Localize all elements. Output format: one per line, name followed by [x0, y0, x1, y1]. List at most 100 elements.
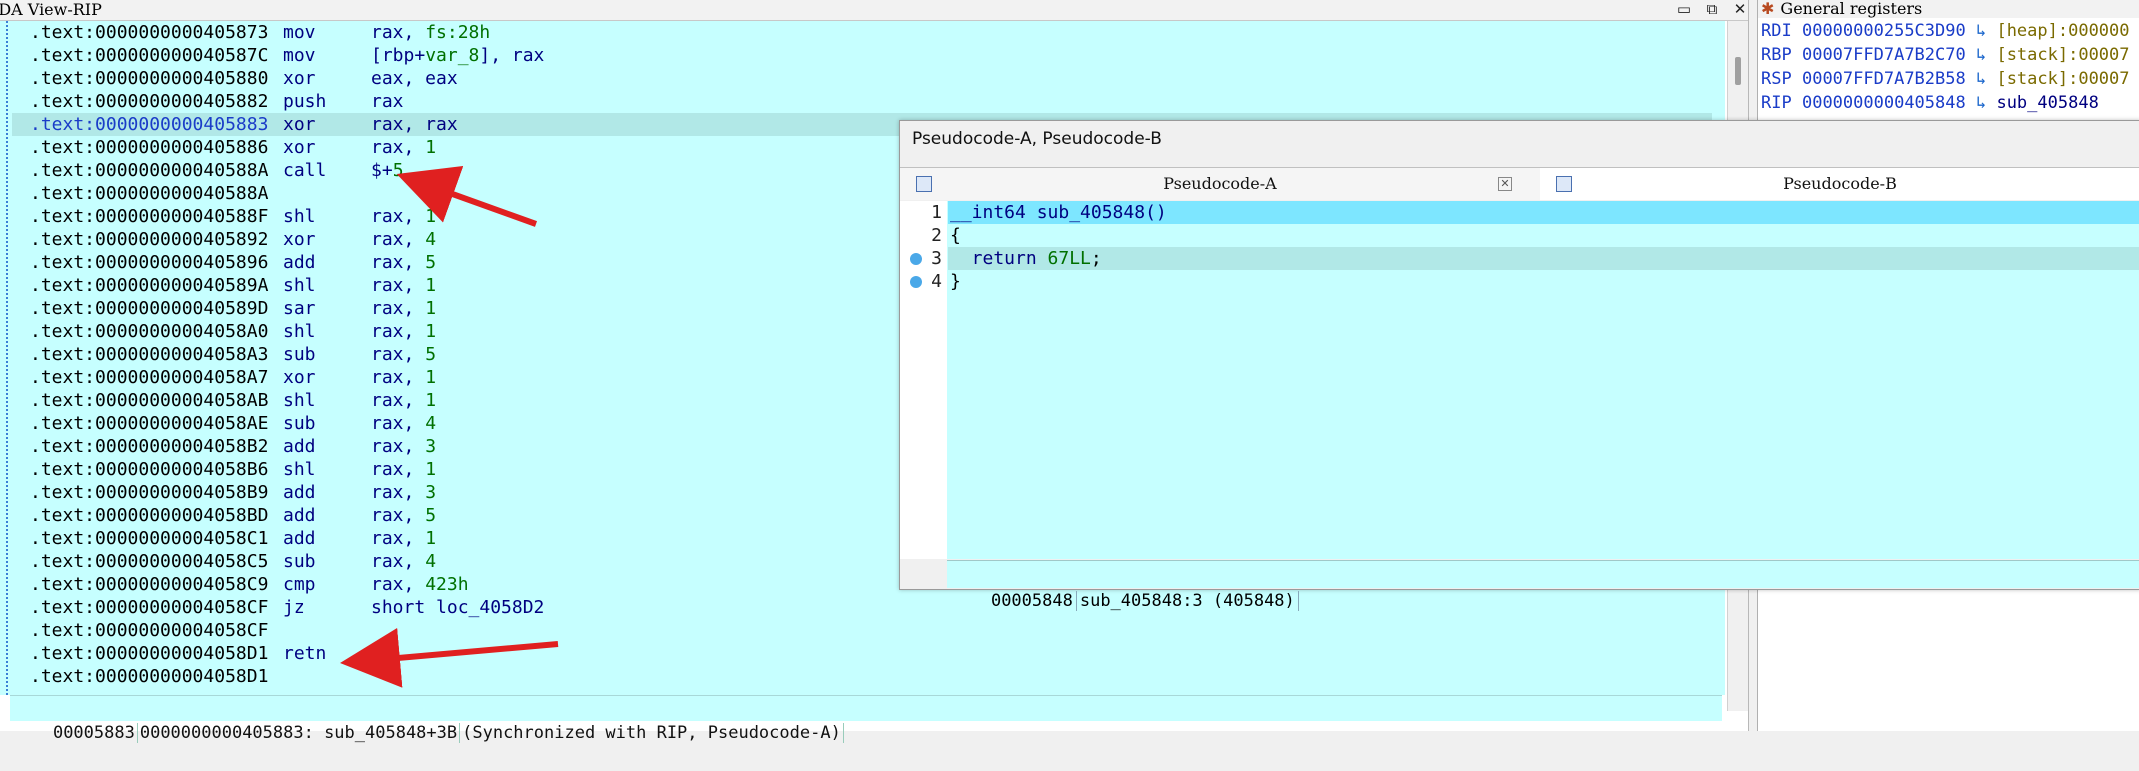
- pseudocode-tabs: Pseudocode-A ✕ Pseudocode-B: [900, 167, 2139, 200]
- jump-arrow-icon[interactable]: ↳: [1966, 69, 1997, 89]
- disasm-mnemonic: add: [283, 528, 316, 549]
- code-token: {: [950, 225, 961, 246]
- disasm-mnemonic: sub: [283, 551, 316, 572]
- disasm-operand: 1: [425, 298, 437, 319]
- disasm-line[interactable]: .text:0000000000405882 push rax: [12, 90, 1712, 113]
- disasm-operand: rax,: [371, 413, 426, 434]
- pseudocode-line[interactable]: 3 return 67LL;: [900, 247, 2139, 270]
- register-name: RBP: [1761, 45, 1792, 65]
- disasm-operand: fs:28h: [425, 22, 491, 43]
- disasm-operand: rax,: [371, 252, 426, 273]
- close-tab-icon[interactable]: ✕: [1498, 177, 1512, 191]
- register-name: RIP: [1761, 93, 1792, 113]
- minimize-icon[interactable]: ▭: [1672, 0, 1696, 18]
- close-icon[interactable]: ✕: [1728, 0, 1752, 18]
- registers-title: General registers: [1780, 0, 1923, 18]
- line-number: 3: [931, 248, 942, 269]
- tab-pseudocode-b-label: Pseudocode-B: [1783, 174, 1897, 193]
- register-name: RSP: [1761, 69, 1792, 89]
- disasm-mnemonic: sar: [283, 298, 316, 319]
- disasm-line[interactable]: .text:0000000000405873 mov rax, fs:28h: [12, 21, 1712, 44]
- disasm-address: .text:00000000004058B9: [30, 482, 269, 503]
- status-location: 0000000000405883: sub_405848+3B: [137, 723, 461, 743]
- register-row[interactable]: RIP 0000000000405848 ↳ sub_405848: [1761, 92, 2099, 115]
- disasm-line[interactable]: .text:00000000004058CF: [12, 619, 1712, 642]
- disasm-line[interactable]: .text:000000000040587C mov [rbp+var_8], ra…: [12, 44, 1712, 67]
- disasm-mnemonic: mov: [283, 22, 316, 43]
- disasm-operand: 5: [392, 160, 404, 181]
- disasm-address: .text:0000000000405880: [30, 68, 269, 89]
- pseudocode-window-title: Pseudocode-A, Pseudocode-B: [912, 129, 1162, 149]
- disasm-operand: rax,: [371, 390, 426, 411]
- pseudocode-line[interactable]: 1 __int64 sub_405848(): [900, 201, 2139, 224]
- disasm-line[interactable]: .text:00000000004058CF jz short loc_4058D2: [12, 596, 1712, 619]
- disasm-address: .text:00000000004058AB: [30, 390, 269, 411]
- disasm-address: .text:00000000004058BD: [30, 505, 269, 526]
- disasm-operand: rax,: [371, 22, 426, 43]
- jump-arrow-icon[interactable]: ↳: [1966, 45, 1997, 65]
- disasm-mnemonic: sub: [283, 344, 316, 365]
- register-row[interactable]: RBP 00007FFD7A7B2C70 ↳ [stack]:00007: [1761, 44, 2130, 67]
- disasm-address: .text:00000000004058C1: [30, 528, 269, 549]
- disasm-operand: 1: [425, 528, 437, 549]
- jump-arrow-icon[interactable]: ↳: [1966, 93, 1997, 113]
- disasm-operand: 4: [425, 551, 437, 572]
- register-row[interactable]: RDI 00000000255C3D90 ↳ [heap]:000000: [1761, 20, 2130, 43]
- disasm-mnemonic: cmp: [283, 574, 316, 595]
- code-token: return: [950, 248, 1048, 269]
- disasm-mnemonic: xor: [283, 137, 316, 158]
- disasm-address: .text:00000000004058A0: [30, 321, 269, 342]
- disasm-operand: 1: [425, 275, 437, 296]
- disasm-mnemonic: shl: [283, 206, 316, 227]
- jump-arrow-icon[interactable]: ↳: [1966, 21, 1997, 41]
- pseudocode-window[interactable]: Pseudocode-A, Pseudocode-B Pseudocode-A …: [899, 120, 2139, 611]
- disasm-operand: rax,: [371, 528, 426, 549]
- disasm-operand: 5: [425, 252, 437, 273]
- disasm-operand: rax,: [371, 321, 426, 342]
- disasm-mnemonic: xor: [283, 114, 316, 135]
- disasm-operand: rax,: [371, 436, 426, 457]
- disasm-operand: rax, rax: [371, 114, 458, 135]
- disasm-mnemonic: add: [283, 252, 316, 273]
- disasm-address: .text:0000000000405882: [30, 91, 269, 112]
- disasm-mnemonic: shl: [283, 275, 316, 296]
- disasm-line[interactable]: .text:00000000004058D1 retn: [12, 642, 1712, 665]
- pseudocode-status-offset: 00005848: [987, 591, 1077, 611]
- pseudocode-line[interactable]: 2{: [900, 224, 2139, 247]
- disasm-mnemonic: shl: [283, 390, 316, 411]
- disasm-mnemonic: retn: [283, 643, 327, 664]
- disasm-mnemonic: add: [283, 505, 316, 526]
- disasm-address: .text:000000000040588A: [30, 160, 269, 181]
- register-value: 00007FFD7A7B2B58: [1801, 69, 1966, 89]
- tab-pseudocode-a[interactable]: Pseudocode-A ✕: [900, 168, 1541, 200]
- line-number: 4: [931, 271, 942, 292]
- disasm-address: .text:000000000040587C: [30, 45, 269, 66]
- disasm-operand: rax,: [371, 137, 426, 158]
- disasm-operand: rax,: [371, 206, 426, 227]
- disasm-address: .text:00000000004058D1: [30, 643, 269, 664]
- disasm-operand: 4: [425, 229, 437, 250]
- tab-pseudocode-a-label: Pseudocode-A: [1163, 174, 1277, 193]
- disasm-line[interactable]: .text:00000000004058D1: [12, 665, 1712, 688]
- scrollbar-thumb[interactable]: [1735, 57, 1741, 85]
- status-offset: 00005883: [50, 723, 138, 743]
- pseudocode-line[interactable]: 4}: [900, 270, 2139, 293]
- disasm-operand: rax,: [371, 298, 426, 319]
- disasm-mnemonic: shl: [283, 321, 316, 342]
- disasm-operand: 1: [425, 321, 437, 342]
- line-number: 1: [914, 201, 942, 224]
- disasm-operand: ], rax: [479, 45, 545, 66]
- register-row[interactable]: RSP 00007FFD7A7B2B58 ↳ [stack]:00007: [1761, 68, 2130, 91]
- register-value: 00007FFD7A7B2C70: [1801, 45, 1966, 65]
- register-name: RDI: [1761, 21, 1792, 41]
- disasm-address: .text:00000000004058C5: [30, 551, 269, 572]
- tab-pseudocode-b[interactable]: Pseudocode-B: [1540, 168, 2139, 200]
- status-sync: (Synchronized with RIP, Pseudocode-A): [460, 723, 844, 743]
- pseudocode-editor[interactable]: 1 __int64 sub_405848() 2{3 return 67LL; 4}: [900, 201, 2139, 559]
- restore-icon[interactable]: ⧉: [1700, 0, 1724, 18]
- disasm-mnemonic: add: [283, 482, 316, 503]
- disasm-operand: rax,: [371, 551, 426, 572]
- disasm-address: .text:000000000040589A: [30, 275, 269, 296]
- disasm-line[interactable]: .text:0000000000405880 xor eax, eax: [12, 67, 1712, 90]
- disasm-operand: 1: [425, 367, 437, 388]
